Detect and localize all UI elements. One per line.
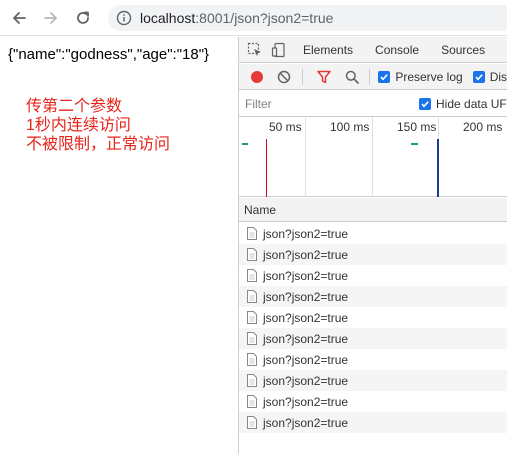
request-name: json?json2=true [263,268,349,283]
disable-cache-checkbox[interactable] [472,70,485,83]
timeline-gridline [372,117,373,197]
url-text[interactable]: localhost:8001/json?json2=true [140,10,333,26]
browser-toolbar: localhost:8001/json?json2=true [0,0,507,36]
devtools-panel: Elements Console Sources Preserve log Di… [239,37,507,454]
request-name: json?json2=true [263,289,349,304]
filter-bar: Hide data UF [239,91,507,117]
load-event-line [266,139,267,197]
document-icon [247,332,257,345]
timeline-request-bar [242,143,248,145]
timeline-tick-label: 150 ms [397,120,437,134]
table-row[interactable]: json?json2=true [239,328,507,349]
document-icon [247,311,257,324]
table-row[interactable]: json?json2=true [239,223,507,244]
network-toolbar: Preserve log Dis [239,64,507,90]
timeline-tick-label: 200 ms [463,120,503,134]
request-name: json?json2=true [263,415,349,430]
table-row[interactable]: json?json2=true [239,412,507,433]
funnel-icon [317,70,332,83]
checkmark-icon [380,73,389,81]
table-row[interactable]: json?json2=true [239,370,507,391]
clear-icon [277,70,291,83]
network-timeline[interactable]: 50 ms 100 ms 150 ms 200 ms [239,117,507,197]
document-icon [247,269,257,282]
document-icon [247,290,257,303]
checkmark-icon [421,100,429,108]
toolbar-separator [301,68,303,85]
document-icon [247,395,257,408]
inspect-element-icon[interactable] [247,41,263,59]
request-name: json?json2=true [263,247,349,262]
filter-toggle-button[interactable] [315,67,334,87]
forward-button[interactable] [38,5,64,31]
filter-input[interactable] [245,93,405,114]
request-name: json?json2=true [263,352,349,367]
checkmark-icon [475,73,483,81]
disable-cache-label: Dis [489,69,507,84]
reload-icon [77,11,89,24]
document-icon [247,248,257,261]
tab-console[interactable]: Console [375,43,419,57]
request-list: json?json2=true json?json2=true json?jso… [239,223,507,433]
device-toolbar-icon[interactable] [271,41,287,59]
name-column-header[interactable]: Name [239,198,507,222]
url-path: :8001/json?json2=true [195,10,334,26]
devtools-tabbar: Elements Console Sources [239,37,507,63]
search-button[interactable] [342,67,361,87]
note-line: 不被限制，正常访问 [26,136,171,153]
preserve-log-label: Preserve log [395,69,463,84]
document-icon [247,374,257,387]
toolbar-separator [369,68,371,85]
request-name: json?json2=true [263,310,349,325]
table-row[interactable]: json?json2=true [239,391,507,412]
table-row[interactable]: json?json2=true [239,349,507,370]
address-bar[interactable]: localhost:8001/json?json2=true [108,5,507,31]
page-content: {"name":"godness","age":"18"} 传第二个参数 1秒内… [0,37,238,454]
note-line: 1秒内连续访问 [26,117,131,134]
timeline-tick-label: 50 ms [269,120,302,134]
request-name: json?json2=true [263,394,349,409]
request-name: json?json2=true [263,226,349,241]
json-response-text: {"name":"godness","age":"18"} [8,46,210,63]
url-host: localhost [140,10,196,26]
request-name: json?json2=true [263,331,349,346]
annotation-note: 传第二个参数 1秒内连续访问 不被限制，正常访问 [26,97,170,154]
search-icon [345,70,359,84]
back-button[interactable] [6,5,32,31]
document-icon [247,353,257,366]
arrow-right-icon [44,11,57,24]
name-column-label: Name [244,202,277,217]
tab-sources[interactable]: Sources [441,43,485,57]
hide-data-urls-label: Hide data UF [436,96,507,111]
record-icon [250,70,263,83]
table-row[interactable]: json?json2=true [239,244,507,265]
timeline-request-bar [411,143,418,145]
request-name: json?json2=true [263,373,349,388]
info-icon[interactable] [116,10,132,26]
preserve-log-checkbox[interactable] [378,70,391,83]
arrow-left-icon [13,11,26,24]
timeline-gridline [305,117,306,197]
domcontentloaded-line [437,139,439,197]
table-row[interactable]: json?json2=true [239,307,507,328]
clear-button[interactable] [274,67,293,87]
hide-data-urls-checkbox[interactable] [419,97,431,110]
table-row[interactable]: json?json2=true [239,265,507,286]
note-line: 传第二个参数 [26,98,123,115]
table-row[interactable]: json?json2=true [239,286,507,307]
reload-button[interactable] [70,5,96,31]
document-icon [247,416,257,429]
document-icon [247,227,257,240]
timeline-tick-label: 100 ms [330,120,370,134]
tab-elements[interactable]: Elements [303,43,353,57]
record-button[interactable] [247,67,266,87]
